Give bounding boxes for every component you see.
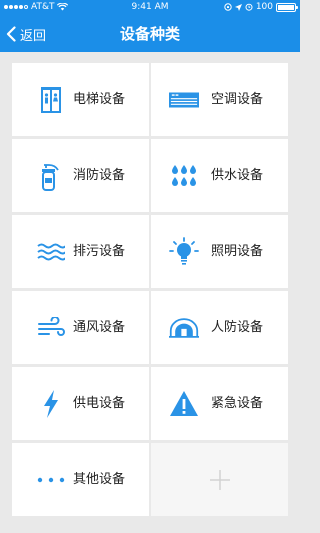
category-tile-power-supply[interactable]: 供电设备 [12,367,149,440]
warning-icon [169,389,199,419]
air-conditioner-icon [169,85,199,115]
fire-extinguisher-icon [36,161,66,191]
civil-defense-shelter-icon [169,313,199,343]
status-bar: AT&T 9:41 AM 100 [0,0,300,16]
category-tile-civil-defense[interactable]: 人防设备 [151,291,288,364]
category-label: 电梯设备 [73,92,126,107]
category-label: 通风设备 [73,320,126,335]
alarm-icon [245,3,253,11]
elevator-icon [36,85,66,115]
category-tile-air-conditioning[interactable]: 空调设备 [151,63,288,136]
plus-icon [208,468,232,492]
location-icon [234,3,242,11]
category-tile-sewage[interactable]: 排污设备 [12,215,149,288]
category-tile-fire[interactable]: 消防设备 [12,139,149,212]
category-label: 人防设备 [211,320,264,335]
sewage-waves-icon [36,237,66,267]
category-tile-ventilation[interactable]: 通风设备 [12,291,149,364]
category-label: 其他设备 [73,472,126,487]
category-label: 排污设备 [73,244,126,259]
battery-level: 100 [255,2,273,12]
lightning-icon [36,389,66,419]
category-label: 照明设备 [211,244,264,259]
light-bulb-icon [169,236,199,267]
water-drops-icon [169,161,199,191]
more-dots-icon [36,465,66,495]
back-label: 返回 [20,28,47,44]
category-tile-lighting[interactable]: 照明设备 [151,215,288,288]
category-label: 消防设备 [73,168,126,183]
category-tile-elevator[interactable]: 电梯设备 [12,63,149,136]
rotation-lock-icon [224,3,232,11]
nav-bar: 返回 设备种类 [0,16,300,52]
category-tile-water-supply[interactable]: 供水设备 [151,139,288,212]
category-label: 紧急设备 [211,396,264,411]
category-label: 空调设备 [211,92,264,107]
category-tile-emergency[interactable]: 紧急设备 [151,367,288,440]
wind-icon [36,313,66,343]
battery-icon [276,2,298,12]
back-button[interactable]: 返回 [6,16,46,52]
chevron-left-icon [6,26,16,42]
category-label: 供水设备 [211,168,264,183]
category-label: 供电设备 [73,396,126,411]
category-tile-other[interactable]: 其他设备 [12,443,149,516]
status-right: 100 [224,2,298,12]
add-category-tile[interactable] [151,443,288,516]
